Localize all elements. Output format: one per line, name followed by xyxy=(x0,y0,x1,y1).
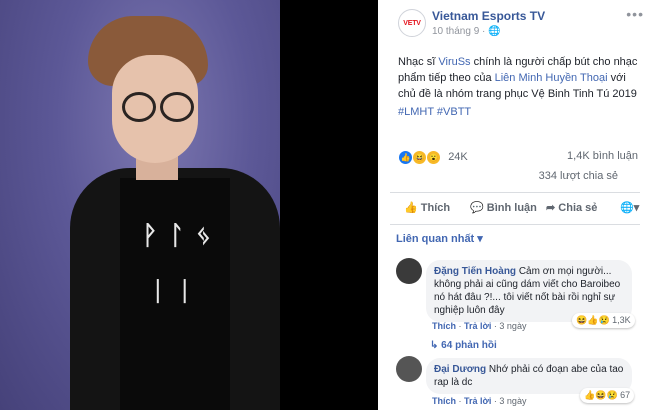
haha-reaction-icon: 😆 xyxy=(595,390,607,400)
share-button[interactable]: ➦ Chia sẻ xyxy=(546,201,597,214)
sad-reaction-icon: 😢 xyxy=(598,315,610,325)
globe-icon: 🌐 xyxy=(488,26,501,37)
post-meta: 10 tháng 9 · 🌐 xyxy=(432,26,501,37)
like-button[interactable]: 👍 Thích xyxy=(404,201,450,214)
comment-actions: Thích · Trả lời · 3 ngày xyxy=(432,396,527,406)
haha-reaction-icon: 😆 xyxy=(412,150,428,165)
like-label: Thích xyxy=(420,202,451,214)
replies-label: 64 phản hồi xyxy=(441,340,497,351)
page-name-link[interactable]: Vietnam Esports TV xyxy=(432,9,545,23)
comment-icon: 💬 xyxy=(470,202,484,214)
share-count[interactable]: 334 lượt chia sẻ xyxy=(533,170,618,182)
comment-reply-link[interactable]: Trả lời xyxy=(464,396,491,406)
like-reaction-icon: 👍 xyxy=(587,315,599,325)
audience-selector-icon[interactable]: 🌐▾ xyxy=(620,201,639,214)
haha-reaction-icon: 😆 xyxy=(576,315,588,325)
comment-like-link[interactable]: Thích xyxy=(432,396,456,406)
like-reaction-icon: 👍 xyxy=(584,390,596,400)
reaction-summary[interactable]: 👍 😆 😮 24K 1,4K bình luận xyxy=(398,150,638,170)
share-label: Chia sẻ xyxy=(558,202,598,214)
divider xyxy=(390,192,640,193)
mention-viruss[interactable]: ViruSs xyxy=(438,56,470,68)
hashtags[interactable]: #LMHT #VBTT xyxy=(398,106,471,118)
action-bar: 👍 Thích 💬 Bình luận ➦ Chia sẻ 🌐▾ xyxy=(378,196,652,222)
comment-reply-link[interactable]: Trả lời xyxy=(464,321,491,331)
post-text-prefix: Nhạc sĩ xyxy=(398,56,439,68)
glasses-left xyxy=(122,92,156,122)
post-photo[interactable]: ᚹ ᛚ ᛃ ᛁ ᛁ xyxy=(0,0,280,410)
comment-reactions[interactable]: 👍😆😢 67 xyxy=(580,388,635,403)
logo-text: VETV xyxy=(403,19,421,27)
comment-time[interactable]: 3 ngày xyxy=(499,321,526,331)
divider xyxy=(390,224,640,225)
photo-shirt: ᚹ ᛚ ᛃ ᛁ ᛁ xyxy=(120,178,230,410)
mention-lmht[interactable]: Liên Minh Huyền Thoại xyxy=(495,72,608,84)
glasses-right xyxy=(160,92,194,122)
commenter-avatar[interactable] xyxy=(396,356,422,382)
reaction-count: 24K xyxy=(448,151,468,164)
commenter-name[interactable]: Đại Dương xyxy=(434,364,486,375)
comment-like-link[interactable]: Thích xyxy=(432,321,456,331)
comment-sort[interactable]: Liên quan nhất ▾ xyxy=(396,232,483,245)
sad-reaction-icon: 😢 xyxy=(606,390,618,400)
page-avatar[interactable]: VETV xyxy=(398,9,426,37)
like-reaction-icon: 👍 xyxy=(398,150,413,165)
shirt-print: ᚹ ᛚ ᛃ xyxy=(142,220,214,250)
post-header: VETV Vietnam Esports TV 10 tháng 9 · 🌐 •… xyxy=(378,0,652,42)
sort-label: Liên quan nhất xyxy=(396,233,475,245)
comment-time[interactable]: 3 ngày xyxy=(499,396,526,406)
meta-dot: · xyxy=(482,26,486,37)
thumbs-up-icon: 👍 xyxy=(404,202,418,214)
post-date[interactable]: 10 tháng 9 xyxy=(432,26,479,37)
comment-count[interactable]: 1,4K bình luận xyxy=(567,150,638,162)
comment-button[interactable]: 💬 Bình luận xyxy=(470,201,537,214)
reply-arrow-icon: ↳ xyxy=(430,340,439,351)
shirt-print-lower: ᛁ ᛁ xyxy=(150,276,195,306)
share-icon: ➦ xyxy=(546,202,556,214)
comment-reactions[interactable]: 😆👍😢 1,3K xyxy=(572,313,635,328)
comment-actions: Thích · Trả lời · 3 ngày xyxy=(432,321,527,331)
commenter-name[interactable]: Đặng Tiến Hoàng xyxy=(434,266,516,277)
post-panel: VETV Vietnam Esports TV 10 tháng 9 · 🌐 •… xyxy=(378,0,652,410)
commenter-avatar[interactable] xyxy=(396,258,422,284)
post-text: Nhạc sĩ ViruSs chính là người chấp bút c… xyxy=(398,54,643,102)
wow-reaction-icon: 😮 xyxy=(426,150,442,165)
comment-reaction-count: 1,3K xyxy=(612,315,631,325)
comment-label: Bình luận xyxy=(486,202,537,214)
more-horizontal-icon[interactable]: ••• xyxy=(626,6,644,22)
caret-down-icon: ▾ xyxy=(477,233,483,245)
view-replies-link[interactable]: ↳ 64 phản hồi xyxy=(430,340,497,351)
comment-reaction-count: 67 xyxy=(620,390,631,400)
